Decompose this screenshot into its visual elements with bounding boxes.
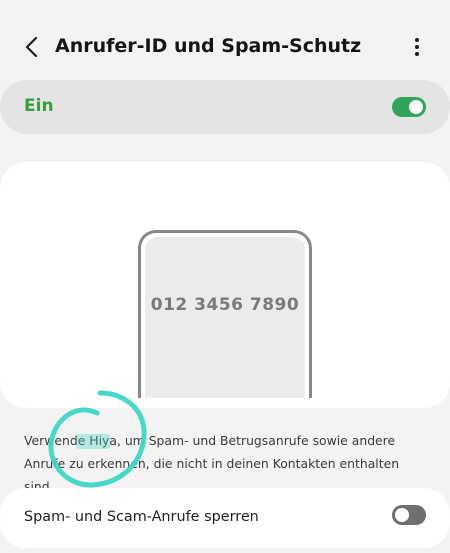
back-button[interactable] <box>18 33 46 61</box>
more-vertical-icon <box>415 38 419 56</box>
chevron-left-icon <box>25 36 38 58</box>
phone-number: 012 3456 7890 <box>150 295 300 315</box>
phone-screen: 012 3456 7890 <box>145 237 305 398</box>
master-toggle-label: Ein <box>24 96 54 116</box>
master-toggle-switch[interactable] <box>392 97 426 117</box>
master-toggle-row[interactable]: Ein <box>0 80 450 134</box>
spam-block-switch[interactable] <box>392 505 426 525</box>
spam-block-row[interactable]: Spam- und Scam-Anrufe sperren <box>0 488 450 548</box>
phone-illustration: 012 3456 7890 <box>138 230 312 398</box>
switch-knob <box>395 508 409 522</box>
switch-knob <box>409 100 423 114</box>
spam-block-label: Spam- und Scam-Anrufe sperren <box>24 509 259 525</box>
more-options-button[interactable] <box>404 33 430 61</box>
bottom-strip <box>0 548 450 553</box>
page-title: Anrufer-ID und Spam-Schutz <box>55 35 362 57</box>
